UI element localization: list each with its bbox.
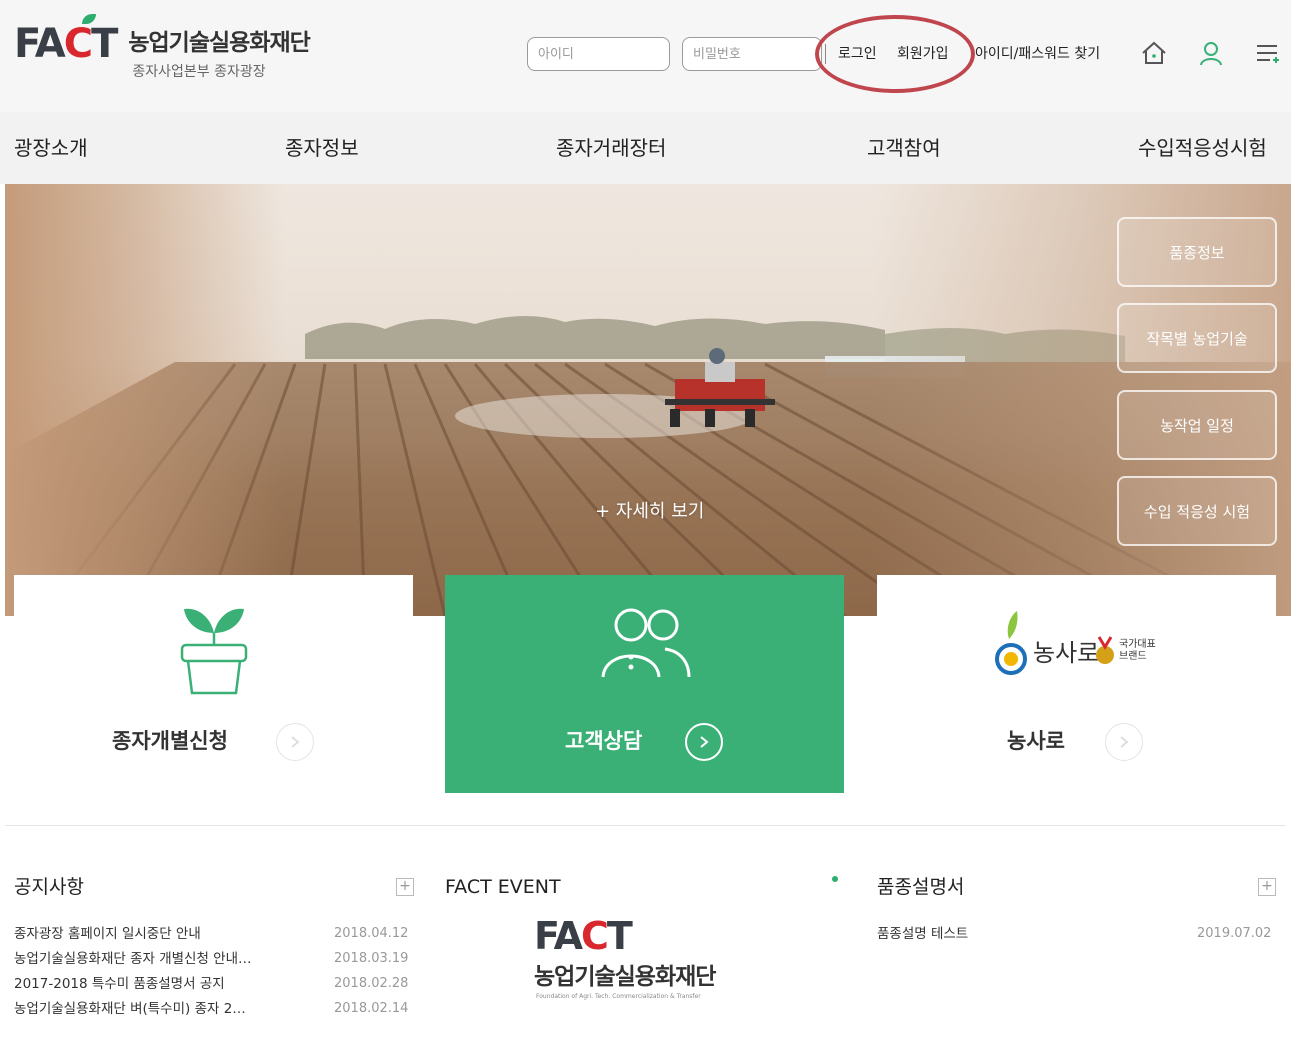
seed-request-card[interactable]: 종자개별신청 (14, 575, 413, 793)
event-banner[interactable]: FACT 농업기술실용화재단 Foundation of Agri. Tech.… (498, 911, 792, 1011)
home-icon[interactable] (1137, 36, 1171, 70)
menu-icon[interactable] (1250, 36, 1284, 70)
list-item[interactable]: 농업기술실용화재단 벼(특수미) 종자 2… 2018.02.14 (14, 998, 414, 1020)
slide-indicator[interactable] (832, 876, 838, 882)
section-divider (5, 825, 1286, 826)
list-item[interactable]: 2017-2018 특수미 품종설명서 공지 2018.02.28 (14, 973, 414, 995)
event-logo-english: Foundation of Agri. Tech. Commercializat… (536, 993, 701, 1000)
notice-more-icon[interactable]: + (396, 878, 414, 896)
list-item[interactable]: 종자광장 홈페이지 일시중단 안내 2018.04.12 (14, 923, 414, 945)
nav-item-seed-info[interactable]: 종자정보 (285, 134, 359, 162)
event-logo-text: 농업기술실용화재단 (534, 964, 716, 990)
fact-logo-mark: FACT (14, 14, 118, 66)
id-input[interactable] (527, 37, 670, 71)
plant-pot-icon (180, 608, 248, 695)
logo-subtitle: 종자사업본부 종자광장 (132, 64, 266, 80)
notice-title: 공지사항 (14, 876, 84, 898)
nav-item-about[interactable]: 광장소개 (14, 134, 88, 162)
manual-title: 품종설명서 (877, 876, 965, 898)
customer-consult-label: 고객상담 (565, 729, 643, 753)
manual-more-icon[interactable]: + (1258, 878, 1276, 896)
list-item[interactable]: 품종설명 테스트 2019.07.02 (877, 923, 1277, 945)
customer-consult-card[interactable]: 고객상담 (445, 575, 844, 793)
site-header: FACT 농업기술실용화재단 종자사업본부 종자광장 로그인 회원가입 아이디/… (0, 0, 1291, 112)
variety-info-button[interactable]: 품종정보 (1117, 217, 1277, 287)
hero-fade-left (5, 184, 285, 616)
chevron-right-icon[interactable] (276, 723, 314, 761)
password-input[interactable] (682, 37, 822, 71)
svg-text:농사로: 농사로 (1033, 639, 1099, 667)
people-icon (601, 608, 691, 678)
fact-logo-mark: FACT (534, 914, 633, 958)
main-nav: 광장소개 종자정보 종자거래장터 고객참여 수입적응성시험 (0, 112, 1291, 184)
nav-item-seed-market[interactable]: 종자거래장터 (556, 134, 666, 162)
site-logo[interactable]: FACT 농업기술실용화재단 종자사업본부 종자광장 (14, 14, 311, 80)
user-icon[interactable] (1194, 36, 1228, 70)
nav-item-customer[interactable]: 고객참여 (867, 134, 941, 162)
logo-text: 농업기술실용화재단 종자사업본부 종자광장 (128, 30, 310, 80)
import-test-button[interactable]: 수입 적응성 시험 (1117, 476, 1277, 546)
view-detail-link[interactable]: + 자세히 보기 (595, 500, 704, 524)
login-link[interactable]: 로그인 (838, 44, 877, 64)
find-account-link[interactable]: 아이디/패스워드 찾기 (975, 44, 1100, 64)
hero-banner: + 자세히 보기 (5, 184, 1291, 616)
seed-request-label: 종자개별신청 (112, 729, 228, 753)
chevron-right-icon[interactable] (685, 723, 723, 761)
chevron-right-icon[interactable] (1105, 723, 1143, 761)
nongsaro-card[interactable]: 농사로 국가대표 브랜드 농사로 (877, 575, 1276, 793)
event-title: FACT EVENT (445, 876, 561, 898)
signup-link[interactable]: 회원가입 (897, 44, 949, 64)
logo-title: 농업기술실용화재단 (128, 30, 310, 56)
nongsaro-brand-logo: 농사로 국가대표 브랜드 (995, 609, 1165, 679)
divider (825, 44, 826, 64)
list-item[interactable]: 농업기술실용화재단 종자 개별신청 안내… 2018.03.19 (14, 948, 414, 970)
nav-item-import-test[interactable]: 수입적응성시험 (1138, 134, 1267, 162)
crop-tech-button[interactable]: 작목별 농업기술 (1117, 303, 1277, 373)
farm-schedule-button[interactable]: 농작업 일정 (1117, 390, 1277, 460)
nongsaro-label: 농사로 (1007, 729, 1065, 753)
